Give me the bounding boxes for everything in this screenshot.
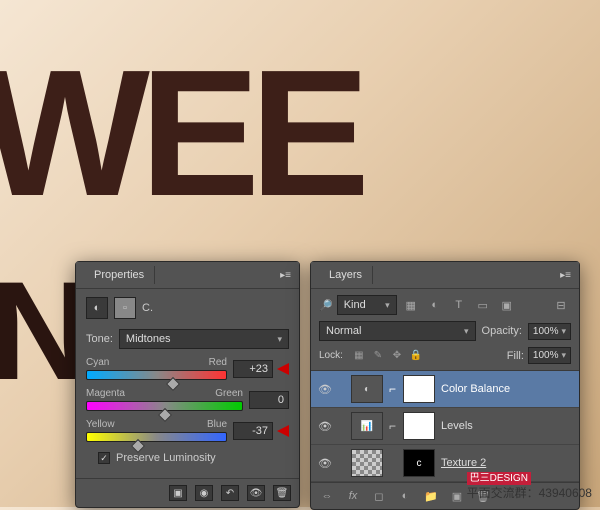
preserve-label: Preserve Luminosity xyxy=(116,452,216,464)
filter-search-icon[interactable]: 🔎 xyxy=(319,299,333,312)
properties-tab[interactable]: Properties xyxy=(84,266,155,284)
yellow-label: Yellow xyxy=(86,419,115,430)
mask-thumb[interactable] xyxy=(403,412,435,440)
opacity-label: Opacity: xyxy=(482,325,522,337)
view-previous-icon[interactable]: ◉ xyxy=(195,485,213,501)
layer-row-color-balance[interactable]: 👁 ◐ ⌐ Color Balance xyxy=(311,371,579,408)
fill-label: Fill: xyxy=(507,350,524,362)
reset-icon[interactable]: ↶ xyxy=(221,485,239,501)
green-value-input[interactable]: 0 xyxy=(249,391,289,409)
magenta-green-slider[interactable] xyxy=(86,401,243,411)
adjustment-type-icon[interactable]: ◐ xyxy=(86,297,108,319)
chevron-down-icon: ▾ xyxy=(385,300,390,311)
new-layer-icon[interactable]: ▣ xyxy=(447,487,467,505)
red-arrow-indicator xyxy=(277,425,289,437)
mask-add-icon[interactable]: ◻ xyxy=(369,487,389,505)
fill-input[interactable]: 100% ▾ xyxy=(528,347,571,364)
adjustment-thumb-icon[interactable]: 📊 xyxy=(351,412,383,440)
panel-menu-icon[interactable]: ▸≡ xyxy=(280,270,291,281)
adjustment-thumb-icon[interactable]: ◐ xyxy=(351,375,383,403)
link-layers-icon[interactable]: ⇔ xyxy=(317,487,337,505)
lock-pixels-icon[interactable]: ✎ xyxy=(370,348,386,364)
lock-label: Lock: xyxy=(319,350,343,361)
watermark: 巴三DESIGN 平面交流群：43940608 xyxy=(467,469,592,501)
red-label: Red xyxy=(209,357,227,368)
filter-toggle-icon[interactable]: ⊟ xyxy=(551,296,571,314)
green-label: Green xyxy=(215,388,243,399)
toggle-visibility-icon[interactable]: 👁 xyxy=(247,485,265,501)
mask-thumb[interactable]: c xyxy=(403,449,435,477)
cyan-label: Cyan xyxy=(86,357,109,368)
checkbox-checked-icon: ✓ xyxy=(98,452,110,464)
layer-name[interactable]: Levels xyxy=(441,420,473,432)
red-arrow-indicator xyxy=(277,363,289,375)
mask-icon[interactable]: ▫ xyxy=(114,297,136,319)
blend-mode-value: Normal xyxy=(326,325,361,337)
filter-adjustment-icon[interactable]: ◐ xyxy=(425,296,445,314)
chevron-down-icon: ▾ xyxy=(277,334,282,345)
layers-header[interactable]: Layers ▸≡ xyxy=(311,262,579,289)
chevron-down-icon: ▾ xyxy=(561,326,566,337)
properties-header[interactable]: Properties ▸≡ xyxy=(76,262,299,289)
layer-thumb[interactable] xyxy=(351,449,383,477)
tone-label: Tone: xyxy=(86,333,113,345)
visibility-icon[interactable]: 👁 xyxy=(317,455,333,471)
visibility-icon[interactable]: 👁 xyxy=(317,418,333,434)
blue-label: Blue xyxy=(207,419,227,430)
adjustment-title: C. xyxy=(142,302,153,314)
magenta-label: Magenta xyxy=(86,388,125,399)
filter-smart-icon[interactable]: ▣ xyxy=(497,296,517,314)
fill-value: 100% xyxy=(533,350,559,361)
fx-icon[interactable]: fx xyxy=(343,487,363,505)
mask-thumb[interactable] xyxy=(403,375,435,403)
blue-value-input[interactable]: -37 xyxy=(233,422,273,440)
background-3d-text: WEE xyxy=(0,30,360,237)
lock-all-icon[interactable]: 🔒 xyxy=(408,348,424,364)
panel-menu-icon[interactable]: ▸≡ xyxy=(560,270,571,281)
cyan-red-slider[interactable] xyxy=(86,370,227,380)
layer-name[interactable]: Texture 2 xyxy=(441,457,486,469)
watermark-brand: 巴三DESIGN xyxy=(467,472,531,485)
filter-kind-select[interactable]: Kind ▾ xyxy=(337,295,397,315)
blend-mode-select[interactable]: Normal ▾ xyxy=(319,321,476,341)
adjustment-add-icon[interactable]: ◐ xyxy=(395,487,415,505)
yellow-blue-slider[interactable] xyxy=(86,432,227,442)
red-value-input[interactable]: +23 xyxy=(233,360,273,378)
link-icon: ⌐ xyxy=(389,382,397,396)
lock-transparency-icon[interactable]: ▦ xyxy=(351,348,367,364)
delete-icon[interactable]: 🗑 xyxy=(273,485,291,501)
properties-panel: Properties ▸≡ ◐ ▫ C. Tone: Midtones ▾ Cy… xyxy=(75,261,300,508)
opacity-input[interactable]: 100% ▾ xyxy=(528,323,571,340)
opacity-value: 100% xyxy=(533,326,559,337)
layers-tab[interactable]: Layers xyxy=(319,266,373,284)
lock-position-icon[interactable]: ✥ xyxy=(389,348,405,364)
filter-pixel-icon[interactable]: ▦ xyxy=(401,296,421,314)
slider-thumb[interactable] xyxy=(131,439,145,453)
chevron-down-icon: ▾ xyxy=(464,326,469,337)
properties-footer: ▣ ◉ ↶ 👁 🗑 xyxy=(76,478,299,507)
tone-value: Midtones xyxy=(126,333,171,345)
visibility-icon[interactable]: 👁 xyxy=(317,381,333,397)
tone-select[interactable]: Midtones ▾ xyxy=(119,329,289,349)
filter-shape-icon[interactable]: ▭ xyxy=(473,296,493,314)
watermark-text: 平面交流群：43940608 xyxy=(467,486,592,500)
filter-type-icon[interactable]: T xyxy=(449,296,469,314)
layer-row-levels[interactable]: 👁 📊 ⌐ Levels xyxy=(311,408,579,445)
background-3d-text-2: N xyxy=(0,250,86,412)
filter-kind-label: Kind xyxy=(344,299,366,311)
preserve-luminosity-checkbox[interactable]: ✓ Preserve Luminosity xyxy=(98,452,289,464)
layer-list: 👁 ◐ ⌐ Color Balance 👁 📊 ⌐ Levels 👁 c Tex… xyxy=(311,371,579,482)
chevron-down-icon: ▾ xyxy=(561,350,566,361)
link-icon: ⌐ xyxy=(389,419,397,433)
layer-name[interactable]: Color Balance xyxy=(441,383,510,395)
group-icon[interactable]: 📁 xyxy=(421,487,441,505)
clip-icon[interactable]: ▣ xyxy=(169,485,187,501)
